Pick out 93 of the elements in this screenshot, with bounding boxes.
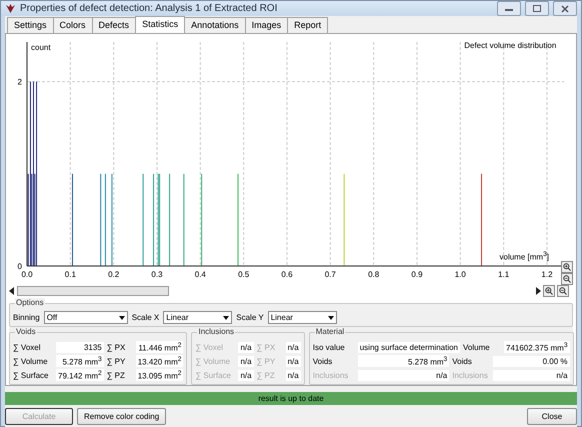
x-tick-label: 0.4 bbox=[194, 270, 206, 279]
value-field: n/a bbox=[286, 370, 301, 380]
tab[interactable]: Settings bbox=[7, 17, 54, 33]
value-field: 13.420 mm$^{2}$ bbox=[136, 354, 184, 368]
close-icon bbox=[561, 4, 569, 12]
window-title: Properties of defect detection: Analysis 1 of Extracted ROI bbox=[20, 3, 278, 14]
field-label: ∑ Surface bbox=[195, 370, 232, 380]
maximize-icon bbox=[533, 5, 541, 12]
caret-icon bbox=[116, 313, 127, 322]
app-logo-icon bbox=[5, 3, 16, 14]
minimize-button[interactable] bbox=[497, 1, 521, 16]
group-title: Options bbox=[15, 298, 45, 307]
value-field: n/a bbox=[286, 342, 301, 352]
group-title: Voids bbox=[15, 327, 37, 336]
dropdown[interactable]: Off bbox=[44, 311, 128, 324]
value-field: n/a bbox=[238, 342, 254, 352]
field-label: ∑ PY bbox=[256, 356, 276, 366]
y-tick-label: 0 bbox=[18, 262, 22, 271]
value-field: 79.142 mm$^{2}$ bbox=[56, 368, 104, 382]
x-tick-label: 0.3 bbox=[151, 270, 163, 279]
x-tick-label: 1.0 bbox=[454, 270, 466, 279]
x-tick-label: 0.7 bbox=[324, 270, 336, 279]
value-field: using surface determination bbox=[358, 342, 460, 352]
x-tick-label: 0.2 bbox=[108, 270, 120, 279]
minimize-icon bbox=[505, 6, 513, 10]
tab[interactable]: Statistics bbox=[135, 16, 186, 33]
value-field: 0.00 % bbox=[493, 356, 570, 366]
value-field: 13.095 mm$^{2}$ bbox=[136, 368, 184, 382]
field-label: Volume bbox=[463, 342, 491, 352]
field-label: ∑ PX bbox=[106, 342, 126, 352]
close-button[interactable] bbox=[553, 1, 577, 16]
x-tick-label: 0.0 bbox=[21, 270, 33, 279]
value-field: 11.446 mm$^{2}$ bbox=[136, 340, 184, 354]
field-label: ∑ PX bbox=[256, 342, 276, 352]
group-title: Material bbox=[314, 327, 346, 336]
field-label: ∑ Volume bbox=[195, 356, 232, 366]
y-tick-label: 2 bbox=[18, 78, 22, 87]
x-tick-label: 0.6 bbox=[281, 270, 293, 279]
zoom-out-button[interactable] bbox=[561, 273, 573, 285]
field-label: Voids bbox=[312, 356, 334, 366]
field-label: Scale X bbox=[132, 313, 160, 322]
y-axis-label: count bbox=[31, 43, 51, 52]
value-field: n/a bbox=[493, 370, 570, 380]
maximize-button[interactable] bbox=[525, 1, 549, 16]
zoom-in-icon bbox=[563, 263, 571, 271]
zoom-in-button[interactable] bbox=[561, 261, 573, 273]
field-label: ∑ Surface bbox=[13, 370, 50, 380]
field-label: ∑ Volume bbox=[13, 356, 49, 366]
zoom-in-button[interactable] bbox=[543, 285, 555, 297]
caret-icon bbox=[326, 313, 336, 322]
value-field: n/a bbox=[238, 370, 254, 380]
value-field: n/a bbox=[286, 356, 301, 366]
zoom-out-button[interactable] bbox=[557, 285, 569, 297]
field-label: ∑ Voxel bbox=[13, 342, 42, 352]
field-label: ∑ PY bbox=[106, 356, 126, 366]
status-bar: result is up to date bbox=[5, 392, 577, 405]
scroll-left-icon[interactable] bbox=[9, 287, 15, 295]
caret-icon bbox=[221, 313, 232, 322]
dropdown[interactable]: Linear bbox=[163, 311, 232, 324]
x-tick-label: 0.5 bbox=[238, 270, 250, 279]
value-field: 5.278 mm$^{3}$ bbox=[358, 354, 450, 368]
field-label: Scale Y bbox=[236, 313, 264, 322]
field-label: ∑ Voxel bbox=[195, 342, 224, 352]
x-axis-label: volume [mm$^{3}$] bbox=[500, 251, 549, 262]
dialog-button[interactable]: Remove color coding bbox=[77, 408, 166, 425]
chart-title: Defect volume distribution bbox=[464, 41, 556, 50]
value-field: 5.278 mm$^{3}$ bbox=[56, 354, 104, 368]
scroll-right-icon[interactable] bbox=[535, 287, 541, 295]
zoom-out-icon bbox=[563, 275, 571, 283]
value-field: n/a bbox=[238, 356, 254, 366]
tab[interactable]: Report bbox=[287, 17, 328, 33]
dialog-button[interactable]: Close bbox=[527, 408, 577, 425]
field-label: ∑ PZ bbox=[106, 370, 126, 380]
value-field: 741602.375 mm$^{3}$ bbox=[504, 340, 570, 354]
zoom-in-icon bbox=[545, 287, 553, 295]
scrollbar-thumb[interactable] bbox=[17, 286, 169, 296]
field-label: Inclusions bbox=[312, 370, 350, 380]
dropdown[interactable]: Linear bbox=[268, 311, 337, 324]
value-field: 3135 bbox=[56, 342, 104, 352]
zoom-out-icon bbox=[559, 287, 567, 295]
x-tick-label: 1.1 bbox=[498, 270, 510, 279]
x-tick-label: 0.9 bbox=[411, 270, 423, 279]
group-title: Inclusions bbox=[197, 327, 236, 336]
field-label: Binning bbox=[13, 313, 40, 322]
value-field: n/a bbox=[358, 370, 450, 380]
x-tick-label: 0.8 bbox=[368, 270, 380, 279]
field-label: Iso value bbox=[312, 342, 346, 352]
field-label: Inclusions bbox=[452, 370, 489, 380]
x-tick-label: 1.2 bbox=[541, 270, 553, 279]
field-label: Voids bbox=[452, 356, 473, 366]
field-label: ∑ PZ bbox=[256, 370, 276, 380]
x-tick-label: 0.1 bbox=[64, 270, 76, 279]
tab[interactable]: Images bbox=[244, 17, 288, 33]
